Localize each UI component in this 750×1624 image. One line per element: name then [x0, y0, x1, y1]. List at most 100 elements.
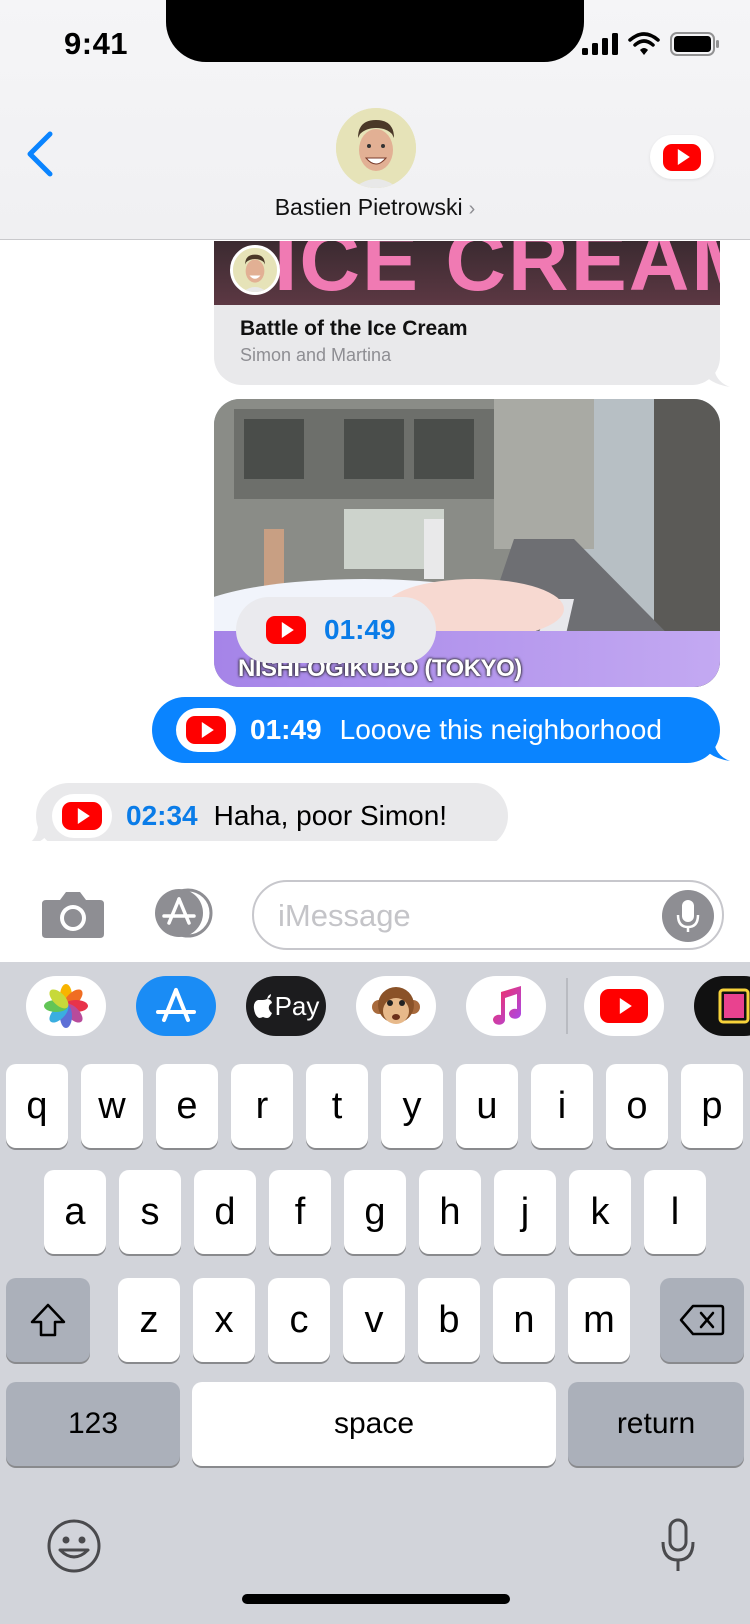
- sent-message-text: Looove this neighborhood: [339, 714, 662, 745]
- link-preview-thumbnail: ICE CREAM: [214, 241, 720, 305]
- key-l[interactable]: l: [644, 1170, 706, 1254]
- bubble-tail: [700, 365, 730, 387]
- contact-name[interactable]: Bastien Pietrowski ›: [0, 194, 750, 221]
- space-key[interactable]: space: [192, 1382, 556, 1466]
- app-drawer-divider: [566, 978, 568, 1034]
- key-p[interactable]: p: [681, 1064, 743, 1148]
- status-icons: [582, 32, 720, 56]
- key-f[interactable]: f: [269, 1170, 331, 1254]
- key-m[interactable]: m: [568, 1278, 630, 1362]
- apple-logo-icon: [253, 994, 272, 1018]
- key-i[interactable]: i: [531, 1064, 593, 1148]
- device-notch: [166, 0, 584, 62]
- cellular-signal-icon: [582, 33, 618, 55]
- wifi-icon: [628, 32, 660, 55]
- key-s[interactable]: s: [119, 1170, 181, 1254]
- key-t[interactable]: t: [306, 1064, 368, 1148]
- appstore-app-button[interactable]: [136, 976, 216, 1036]
- youtube-chip[interactable]: [176, 708, 236, 752]
- youtube-icon: [266, 616, 306, 644]
- key-d[interactable]: d: [194, 1170, 256, 1254]
- message-input[interactable]: [278, 898, 648, 934]
- status-bar: 9:41: [0, 0, 750, 100]
- bubble-tail: [700, 739, 730, 761]
- received-message-bubble[interactable]: 02:34 Haha, poor Simon!: [36, 783, 508, 841]
- youtube-app-button[interactable]: [584, 976, 664, 1036]
- thumbnail-text: ICE CREAM: [274, 241, 720, 305]
- animoji-app-button[interactable]: [356, 976, 436, 1036]
- music-app-button[interactable]: [466, 976, 546, 1036]
- key-q[interactable]: q: [6, 1064, 68, 1148]
- contact-name-text: Bastien Pietrowski: [274, 194, 463, 220]
- link-preview-subtitle: Simon and Martina: [240, 345, 392, 365]
- apple-pay-label: Pay: [274, 990, 320, 1021]
- video-timestamp-pill[interactable]: 01:49: [236, 597, 436, 663]
- clips-app-button[interactable]: [694, 976, 750, 1036]
- dictation-button[interactable]: [662, 890, 714, 942]
- key-e[interactable]: e: [156, 1064, 218, 1148]
- key-a[interactable]: a: [44, 1170, 106, 1254]
- key-k[interactable]: k: [569, 1170, 631, 1254]
- appstore-icon: [155, 888, 213, 938]
- key-r[interactable]: r: [231, 1064, 293, 1148]
- keyboard: Pay q w e r t y u i o p a s d f g h j k …: [0, 962, 750, 1624]
- key-x[interactable]: x: [193, 1278, 255, 1362]
- key-h[interactable]: h: [419, 1170, 481, 1254]
- app-drawer: Pay: [0, 962, 750, 1062]
- sender-avatar: [230, 245, 280, 295]
- message-input-field[interactable]: [252, 880, 724, 950]
- backspace-icon: [679, 1304, 725, 1336]
- camera-icon: [42, 892, 104, 938]
- youtube-app-button[interactable]: [650, 135, 714, 179]
- emoji-icon: [47, 1519, 101, 1573]
- key-o[interactable]: o: [606, 1064, 668, 1148]
- youtube-icon: [600, 989, 648, 1023]
- key-y[interactable]: y: [381, 1064, 443, 1148]
- key-g[interactable]: g: [344, 1170, 406, 1254]
- sent-message-bubble[interactable]: 01:49 Looove this neighborhood: [152, 697, 720, 763]
- shift-arrow-icon: [30, 1303, 66, 1337]
- animoji-icon: [372, 987, 420, 1024]
- link-preview-card[interactable]: ICE CREAM Battle of the Ice Cream Simon …: [214, 241, 720, 385]
- shift-key[interactable]: [6, 1278, 90, 1362]
- key-b[interactable]: b: [418, 1278, 480, 1362]
- keyboard-dictation-button[interactable]: [660, 1518, 696, 1574]
- youtube-icon: [663, 143, 701, 171]
- key-n[interactable]: n: [493, 1278, 555, 1362]
- music-note-icon: [493, 986, 521, 1025]
- app-store-button[interactable]: [148, 888, 214, 938]
- photos-icon: [44, 984, 88, 1028]
- clips-icon: [718, 988, 750, 1024]
- key-w[interactable]: w: [81, 1064, 143, 1148]
- link-preview-title: Battle of the Ice Cream: [240, 317, 468, 340]
- received-timestamp[interactable]: 02:34: [126, 800, 198, 832]
- youtube-icon: [62, 802, 102, 830]
- key-j[interactable]: j: [494, 1170, 556, 1254]
- numbers-key[interactable]: 123: [6, 1382, 180, 1466]
- home-indicator[interactable]: [242, 1594, 510, 1604]
- youtube-icon: [186, 716, 226, 744]
- key-v[interactable]: v: [343, 1278, 405, 1362]
- sent-timestamp[interactable]: 01:49: [250, 714, 322, 746]
- key-c[interactable]: c: [268, 1278, 330, 1362]
- compose-bar: [0, 860, 750, 960]
- photos-app-button[interactable]: [26, 976, 106, 1036]
- key-z[interactable]: z: [118, 1278, 180, 1362]
- bubble-tail: [31, 825, 52, 841]
- video-preview-card[interactable]: NISHI-OGIKUBO (TOKYO) 01:49: [214, 399, 720, 687]
- key-u[interactable]: u: [456, 1064, 518, 1148]
- return-key[interactable]: return: [568, 1382, 744, 1466]
- avatar-face: [336, 108, 416, 188]
- delete-key[interactable]: [660, 1278, 744, 1362]
- received-message-text: Haha, poor Simon!: [213, 800, 448, 831]
- appstore-icon: [156, 988, 196, 1022]
- status-time: 9:41: [64, 26, 129, 61]
- camera-button[interactable]: [40, 890, 106, 945]
- apple-pay-app-button[interactable]: Pay: [246, 976, 326, 1036]
- chevron-right-icon: ›: [468, 198, 476, 220]
- back-button[interactable]: [22, 130, 62, 178]
- contact-avatar[interactable]: [336, 108, 416, 188]
- emoji-button[interactable]: [46, 1518, 102, 1574]
- youtube-chip[interactable]: [52, 794, 112, 838]
- message-list[interactable]: ICE CREAM Battle of the Ice Cream Simon …: [0, 241, 750, 841]
